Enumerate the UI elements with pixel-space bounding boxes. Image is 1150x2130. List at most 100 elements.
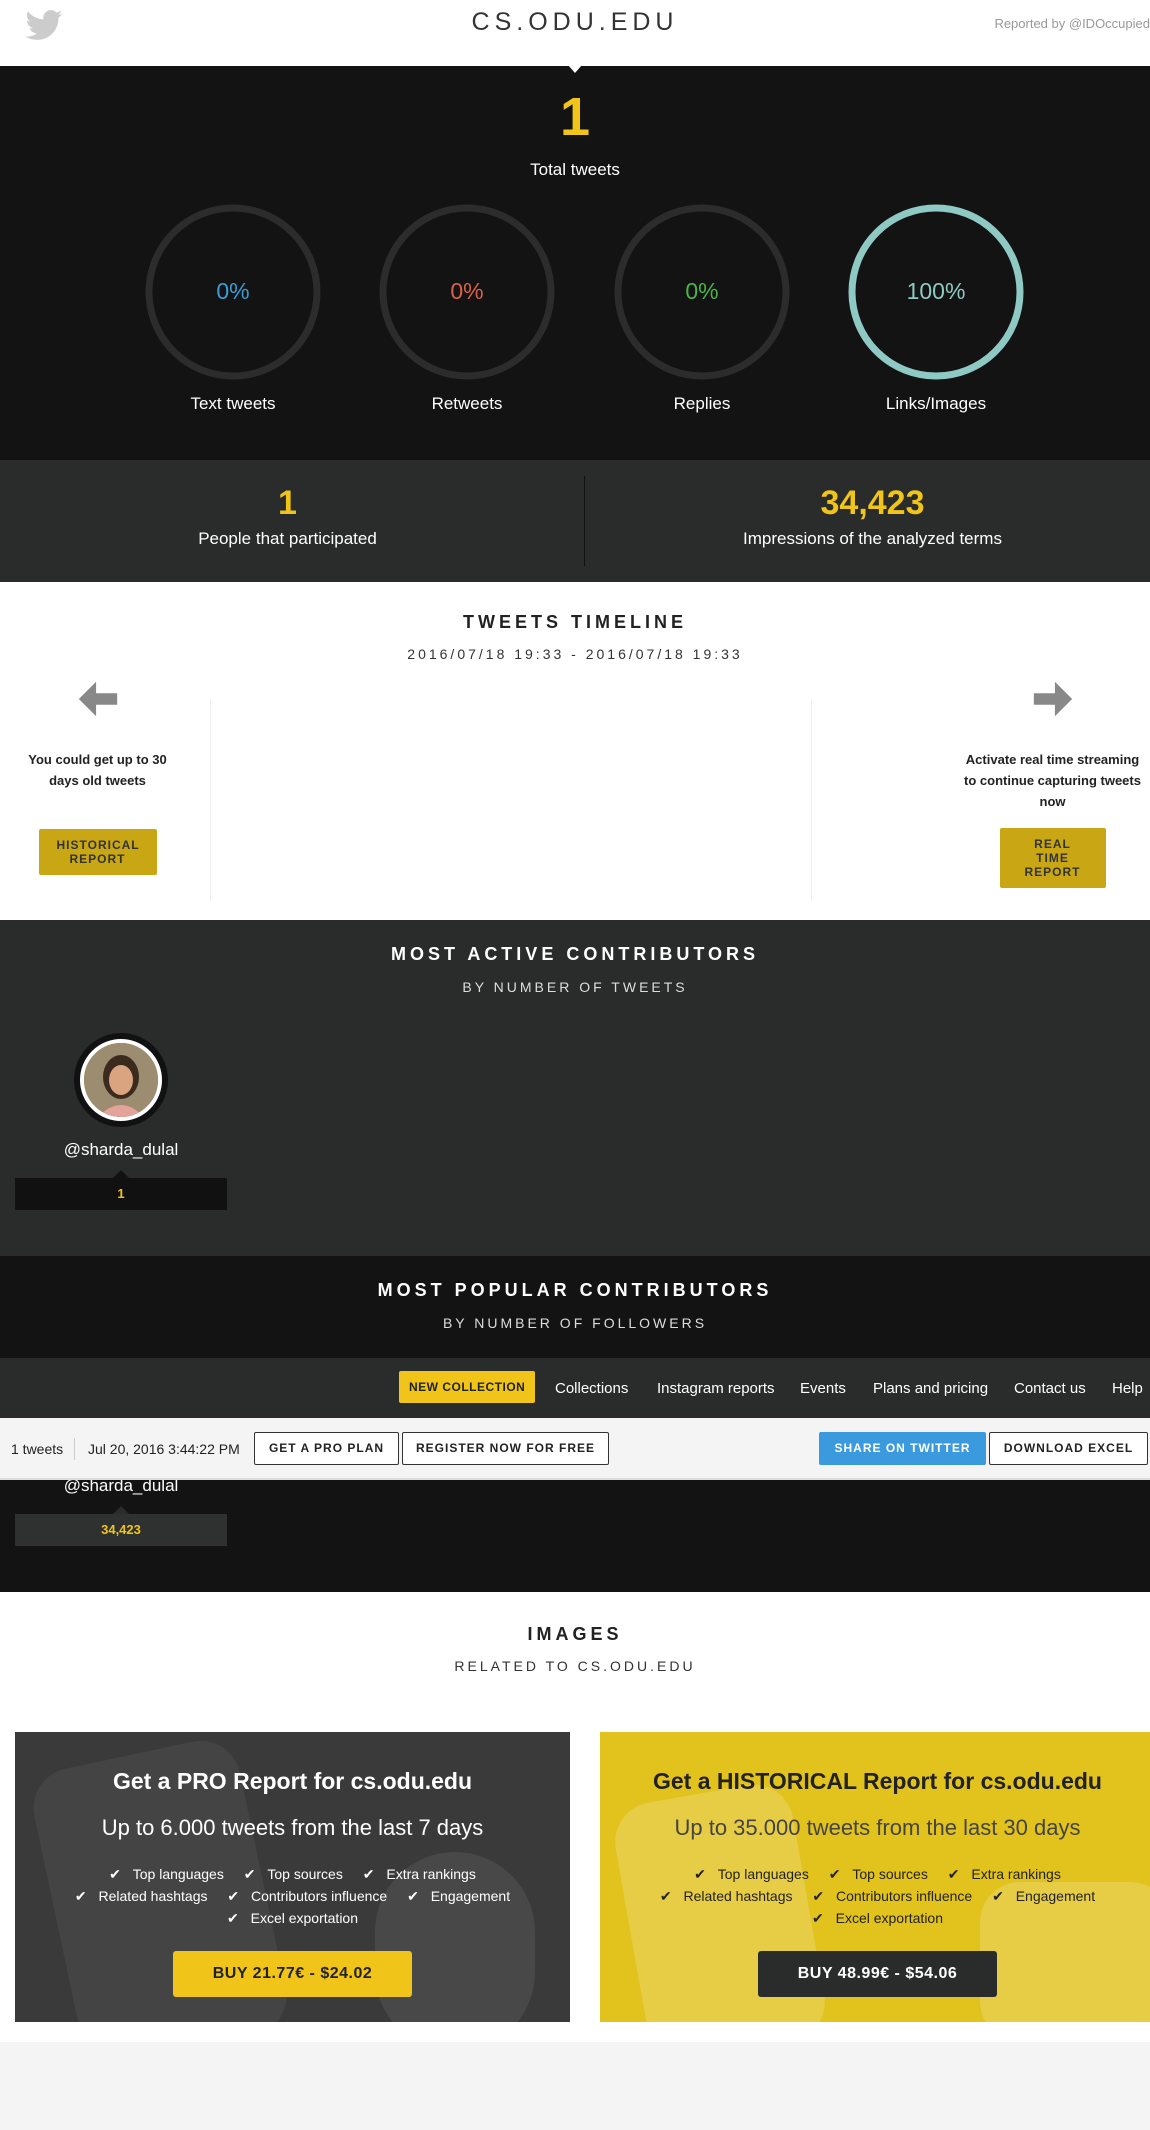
feature-label: Extra rankings bbox=[971, 1866, 1061, 1882]
timeline-title: TWEETS TIMELINE bbox=[463, 612, 687, 632]
buy-pro-button[interactable]: BUY 21.77€ - $24.02 bbox=[172, 1951, 413, 1997]
nav-instagram-reports[interactable]: Instagram reports bbox=[657, 1380, 775, 1397]
active-contributor-handle[interactable]: @sharda_dulal bbox=[15, 1140, 227, 1160]
check-icon: ✔ bbox=[811, 1910, 824, 1926]
feature-label: Related hashtags bbox=[683, 1888, 793, 1904]
retweets-gauge: 0% Retweets bbox=[377, 202, 557, 414]
feature-item: ✔ Related hashtags bbox=[656, 1888, 797, 1904]
impressions-count: 34,423 bbox=[820, 484, 925, 522]
active-contributor-count: 1 bbox=[15, 1178, 227, 1210]
buy-historical-button[interactable]: BUY 48.99€ - $54.06 bbox=[757, 1951, 998, 1997]
pro-feature-list: ✔ Top languages ✔ Top sources ✔ Extra ra… bbox=[55, 1863, 530, 1929]
retweets-percent: 0% bbox=[450, 278, 484, 304]
avatar[interactable] bbox=[74, 1033, 168, 1127]
text-tweets-label: Text tweets bbox=[190, 394, 276, 413]
pro-card-title: Get a PRO Report for cs.odu.edu bbox=[112, 1768, 473, 1794]
feature-item: ✔ Engagement bbox=[988, 1888, 1099, 1904]
feature-label: Top languages bbox=[132, 1866, 224, 1882]
popular-subtitle: BY NUMBER OF FOLLOWERS bbox=[442, 1315, 708, 1331]
feature-item: ✔ Excel exportation bbox=[808, 1910, 947, 1926]
feature-label: Related hashtags bbox=[98, 1888, 208, 1904]
timeline-right-panel: Activate real time streaming to continue… bbox=[955, 676, 1150, 888]
site-title: CS.ODU.EDU bbox=[471, 8, 679, 36]
feature-label: Excel exportation bbox=[835, 1910, 944, 1926]
feature-label: Top languages bbox=[717, 1866, 809, 1882]
header-notch bbox=[568, 65, 582, 73]
retweets-label: Retweets bbox=[431, 394, 503, 413]
people-stat: 1 People that participated bbox=[0, 460, 575, 582]
total-tweets-count: 1 bbox=[559, 87, 591, 147]
real-time-report-button[interactable]: REAL TIME REPORT bbox=[999, 828, 1106, 888]
check-icon: ✔ bbox=[74, 1888, 87, 1904]
new-collection-button[interactable]: NEW COLLECTION bbox=[399, 1371, 536, 1403]
links-images-percent: 100% bbox=[906, 278, 966, 304]
feature-item: ✔ Top sources bbox=[825, 1866, 932, 1882]
reported-by-link[interactable]: Reported by @IDOccupied bbox=[994, 16, 1150, 31]
feature-label: Extra rankings bbox=[386, 1866, 476, 1882]
replies-label: Replies bbox=[673, 394, 731, 413]
feature-label: Contributors influence bbox=[836, 1888, 973, 1904]
timeline-right-border bbox=[811, 700, 812, 900]
participation-section: 1 People that participated 34,423 Impres… bbox=[0, 460, 1150, 582]
share-twitter-button[interactable]: SHARE ON TWITTER bbox=[819, 1432, 986, 1465]
download-excel-button[interactable]: DOWNLOAD EXCEL bbox=[989, 1432, 1148, 1465]
check-icon: ✔ bbox=[243, 1866, 256, 1882]
feature-item: ✔ Top languages bbox=[690, 1866, 813, 1882]
links-images-gauge: 100% Links/Images bbox=[846, 202, 1026, 414]
historical-feature-list: ✔ Top languages ✔ Top sources ✔ Extra ra… bbox=[640, 1863, 1115, 1929]
popular-contributor-count: 34,423 bbox=[15, 1514, 227, 1546]
links-images-label: Links/Images bbox=[885, 394, 987, 413]
check-icon: ✔ bbox=[407, 1888, 419, 1904]
timeline-left-border bbox=[210, 700, 211, 900]
popular-title: MOST POPULAR CONTRIBUTORS bbox=[377, 1280, 773, 1300]
historical-card-subtitle: Up to 35.000 tweets from the last 30 day… bbox=[674, 1815, 1081, 1840]
nav-collections[interactable]: Collections bbox=[555, 1380, 628, 1397]
check-icon: ✔ bbox=[362, 1866, 375, 1882]
text-tweets-gauge: 0% Text tweets bbox=[143, 202, 323, 414]
person-photo-icon bbox=[84, 1043, 158, 1117]
historical-report-button[interactable]: HISTORICAL REPORT bbox=[38, 829, 157, 875]
replies-gauge: 0% Replies bbox=[612, 202, 792, 414]
action-bar: 1 tweets Jul 20, 2016 3:44:22 PM GET A P… bbox=[0, 1418, 1150, 1480]
total-tweets-label: Total tweets bbox=[530, 160, 620, 179]
timeline-range: 2016/07/18 19:33 - 2016/07/18 19:33 bbox=[407, 646, 743, 662]
top-header: CS.ODU.EDU Reported by @IDOccupied bbox=[0, 0, 1150, 66]
main-nav: NEW COLLECTION Collections Instagram rep… bbox=[0, 1358, 1150, 1418]
check-icon: ✔ bbox=[947, 1866, 960, 1882]
nav-events[interactable]: Events bbox=[800, 1380, 846, 1397]
tweet-count-text: 1 tweets bbox=[11, 1441, 64, 1457]
nav-plans-pricing[interactable]: Plans and pricing bbox=[873, 1380, 988, 1397]
check-icon: ✔ bbox=[659, 1888, 672, 1904]
report-date: Jul 20, 2016 3:44:22 PM bbox=[88, 1441, 240, 1457]
pro-card-subtitle: Up to 6.000 tweets from the last 7 days bbox=[101, 1815, 484, 1840]
realtime-hint: Activate real time streaming to continue… bbox=[964, 752, 1141, 809]
feature-label: Engagement bbox=[1015, 1888, 1096, 1904]
active-title: MOST ACTIVE CONTRIBUTORS bbox=[390, 944, 759, 964]
historical-card-title: Get a HISTORICAL Report for cs.odu.edu bbox=[653, 1768, 1102, 1794]
check-icon: ✔ bbox=[992, 1888, 1004, 1904]
avatar-photo bbox=[80, 1039, 162, 1121]
feature-label: Engagement bbox=[430, 1888, 511, 1904]
get-pro-plan-button[interactable]: GET A PRO PLAN bbox=[254, 1432, 399, 1465]
check-icon: ✔ bbox=[226, 1910, 239, 1926]
arrow-left-icon[interactable] bbox=[75, 676, 121, 722]
nav-contact-us[interactable]: Contact us bbox=[1014, 1380, 1086, 1397]
images-subtitle: RELATED TO CS.ODU.EDU bbox=[454, 1658, 696, 1674]
active-subtitle: BY NUMBER OF TWEETS bbox=[462, 979, 688, 995]
replies-percent: 0% bbox=[685, 278, 719, 304]
feature-item: ✔ Extra rankings bbox=[944, 1866, 1065, 1882]
pro-report-card: Get a PRO Report for cs.odu.edu Up to 6.… bbox=[15, 1732, 570, 2022]
impressions-label: Impressions of the analyzed terms bbox=[743, 529, 1002, 548]
images-section: IMAGES RELATED TO CS.ODU.EDU Get a PRO R… bbox=[0, 1592, 1150, 2042]
feature-label: Top sources bbox=[852, 1866, 928, 1882]
stats-section: 1 Total tweets 0% Text tweets 0% Retweet… bbox=[0, 65, 1150, 460]
register-button[interactable]: REGISTER NOW FOR FREE bbox=[402, 1432, 609, 1465]
arrow-right-icon[interactable] bbox=[1030, 676, 1076, 722]
check-icon: ✔ bbox=[694, 1866, 706, 1882]
feature-item: ✔ Contributors influence bbox=[223, 1888, 391, 1904]
check-icon: ✔ bbox=[828, 1866, 841, 1882]
check-icon: ✔ bbox=[227, 1888, 240, 1904]
nav-help[interactable]: Help bbox=[1112, 1380, 1143, 1397]
feature-label: Contributors influence bbox=[251, 1888, 388, 1904]
feature-item: ✔ Contributors influence bbox=[808, 1888, 976, 1904]
